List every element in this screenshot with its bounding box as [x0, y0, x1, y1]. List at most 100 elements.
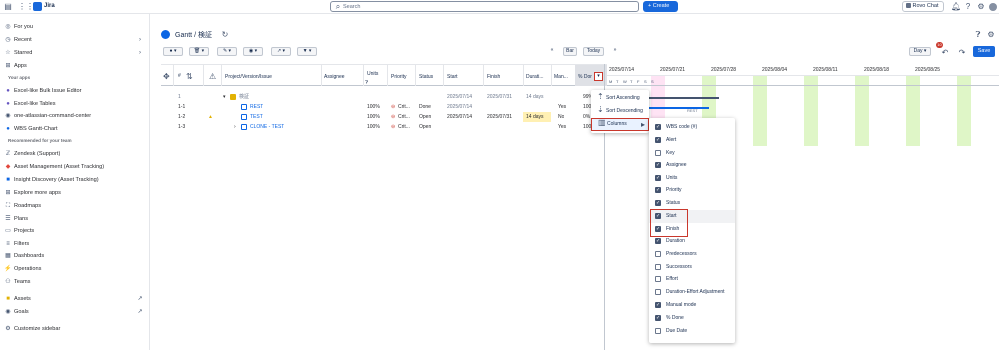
create-button[interactable]: + Create — [643, 1, 678, 12]
sidebar-item-roadmaps[interactable]: ⛶ Roadmaps — [4, 201, 41, 211]
checkbox[interactable]: ✓ — [655, 186, 661, 193]
column-toggle[interactable]: Predecessors — [649, 248, 735, 261]
column-toggle[interactable]: ✓ WBS code (#) — [649, 121, 735, 134]
column-toggle[interactable]: Duration-Effort Adjustment — [649, 286, 735, 299]
column-toggle[interactable]: ✓ Priority — [649, 184, 735, 197]
scroll-left-button[interactable]: « — [546, 47, 558, 56]
header-duration[interactable]: Durati... — [526, 74, 544, 80]
header-issue[interactable]: Project/Version/Issue — [225, 74, 272, 80]
checkbox[interactable]: ✓ — [655, 136, 661, 143]
sort-icon[interactable]: ⇅ — [186, 73, 193, 81]
checkbox[interactable]: ✓ — [655, 174, 661, 181]
sidebar-item-projects[interactable]: ▭ Projects — [4, 226, 34, 236]
settings-icon[interactable]: ⚙ — [977, 3, 985, 11]
header-finish[interactable]: Finish — [487, 74, 500, 80]
columns-item[interactable]: ▥Columns ▸ — [591, 118, 649, 131]
link-button[interactable]: ↗ ▾ — [271, 47, 291, 56]
header-status[interactable]: Status — [419, 74, 433, 80]
sort-descending-item[interactable]: ⇣ Sort Descending — [591, 105, 649, 118]
app-name[interactable]: Jira — [44, 3, 55, 9]
row-issue[interactable]: TEST — [250, 112, 263, 122]
column-toggle[interactable]: ✓ Manual mode — [649, 299, 735, 312]
column-toggle[interactable]: Due Date — [649, 325, 735, 338]
sidebar-item-starred[interactable]: ☆ Starred › — [4, 48, 146, 58]
row-status[interactable]: Done — [419, 102, 431, 112]
checkbox[interactable]: ✓ — [655, 301, 661, 308]
scroll-right-button[interactable]: » — [609, 47, 621, 56]
row-priority[interactable]: Crit... — [398, 102, 410, 112]
row-manual[interactable]: Yes — [558, 122, 566, 132]
row-units[interactable]: 100% — [367, 112, 380, 122]
help-icon[interactable]: ? — [964, 3, 972, 11]
row-status[interactable]: Open — [419, 112, 431, 122]
sidebar-item-teams[interactable]: ⚇ Teams — [4, 277, 30, 287]
table-row[interactable]: 1 ▾ 検証 2025/07/14 2025/07/31 14 days 99% — [161, 92, 607, 102]
checkbox[interactable] — [655, 263, 661, 270]
checkbox[interactable] — [655, 149, 661, 156]
view-button[interactable]: ◉ ▾ — [243, 47, 263, 56]
app-switcher-icon[interactable]: ⋮⋮ — [18, 3, 34, 11]
expand-icon[interactable]: ▾ — [223, 92, 226, 102]
column-menu-trigger[interactable]: ▾ — [594, 72, 603, 81]
sidebar-item-customize[interactable]: ⚙ Customize sidebar — [4, 324, 60, 334]
row-manual[interactable]: No — [558, 112, 564, 122]
save-button[interactable]: Save — [973, 46, 995, 57]
column-toggle[interactable]: ✓ Alert — [649, 134, 735, 147]
sidebar-app-bulk-editor[interactable]: ● Excel-like Bulk Issue Editor — [4, 86, 81, 96]
row-status[interactable]: Open — [419, 122, 431, 132]
sidebar-toggle-icon[interactable]: ▤ — [4, 3, 12, 11]
sidebar-explore-apps[interactable]: ⊞ Explore more apps — [4, 188, 60, 198]
rovo-chat-button[interactable]: Rovo Chat — [902, 1, 944, 12]
sidebar-app-insight-discovery[interactable]: ■ Insight Discovery (Asset Tracking) — [4, 175, 98, 185]
table-row[interactable]: 1-3 › CLONE - TEST 100% ⊖ Crit... Open Y… — [161, 122, 607, 132]
checkbox[interactable]: ✓ — [655, 123, 661, 130]
sidebar-item-operations[interactable]: ⚡ Operations — [4, 264, 41, 274]
undo-icon[interactable]: ↶ — [941, 49, 949, 57]
sidebar-item-goals[interactable]: ◉ Goals ↗ — [4, 307, 146, 317]
add-button[interactable]: ● ▾ — [163, 47, 183, 56]
sidebar-app-excel-tables[interactable]: ● Excel-like Tables — [4, 99, 55, 109]
add-row-icon[interactable]: ✥ — [163, 73, 170, 81]
bar-button[interactable]: Bar — [563, 47, 577, 56]
checkbox[interactable]: ✓ — [655, 161, 661, 168]
table-row[interactable]: 1-1 REST 100% ⊖ Crit... Done 2025/07/14 … — [161, 102, 607, 112]
settings-icon[interactable]: ⚙ — [987, 31, 995, 39]
row-issue[interactable]: 検証 — [239, 92, 249, 102]
sidebar-item-for-you[interactable]: ◎ For you — [4, 22, 33, 32]
row-issue[interactable]: REST — [250, 102, 263, 112]
header-start[interactable]: Start — [447, 74, 458, 80]
jira-logo[interactable] — [33, 2, 42, 11]
sidebar-item-assets[interactable]: ■ Assets ↗ — [4, 294, 146, 304]
column-toggle[interactable]: Effort — [649, 273, 735, 286]
checkbox[interactable]: ✓ — [655, 237, 661, 244]
row-done[interactable]: 0% — [583, 112, 590, 122]
filter-button[interactable]: ▼ ▾ — [297, 47, 317, 56]
today-button[interactable]: Today — [583, 47, 604, 56]
sidebar-app-command-center[interactable]: ◉ one-atlassian-command-center — [4, 111, 91, 121]
row-priority[interactable]: Crit... — [398, 122, 410, 132]
row-duration[interactable]: 14 days — [526, 92, 544, 102]
column-toggle[interactable]: ✓ Duration — [649, 235, 735, 248]
sort-ascending-item[interactable]: ⇡ Sort Ascending — [591, 92, 649, 105]
search-input[interactable]: ⌕ Search — [330, 1, 639, 12]
checkbox[interactable]: ✓ — [655, 314, 661, 321]
row-manual[interactable]: Yes — [558, 102, 566, 112]
checkbox[interactable]: ✓ — [655, 199, 661, 206]
header-units[interactable]: Units — [367, 71, 378, 77]
column-toggle[interactable]: ✓ % Done — [649, 312, 735, 325]
notifications-icon[interactable]: 🔔︎ — [951, 3, 961, 11]
header-manual[interactable]: Man... — [554, 74, 568, 80]
edit-button[interactable]: ✎ ▾ — [217, 47, 237, 56]
help-circle-icon[interactable]: ❓︎ — [974, 31, 982, 39]
header-assignee[interactable]: Assignee — [324, 74, 345, 80]
header-num[interactable]: # — [178, 73, 181, 79]
redo-icon[interactable]: ↷ — [958, 49, 966, 57]
zoom-select[interactable]: Day ▾ — [909, 47, 931, 56]
header-priority[interactable]: Priority — [391, 74, 407, 80]
row-finish[interactable]: 2025/07/31 — [487, 112, 512, 122]
table-row[interactable]: 1-2 ▲ TEST 100% ⊖ Crit... Open 2025/07/1… — [161, 112, 607, 122]
checkbox[interactable] — [655, 327, 661, 334]
row-units[interactable]: 100% — [367, 122, 380, 132]
sidebar-item-filters[interactable]: ≡ Filters — [4, 239, 29, 249]
sidebar-app-zendesk[interactable]: ℤ Zendesk (Support) — [4, 149, 61, 159]
